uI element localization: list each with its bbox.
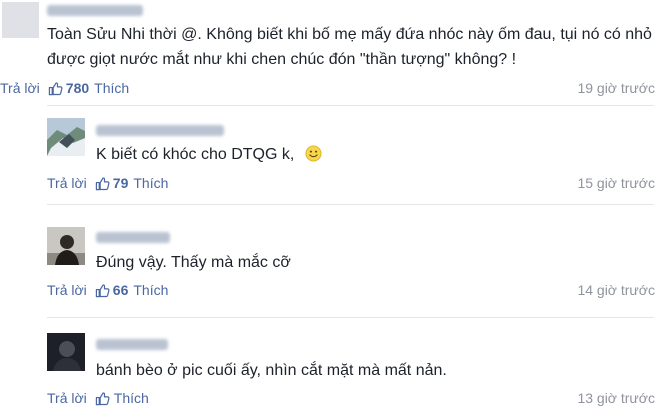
thumbs-up-icon[interactable] — [95, 176, 110, 191]
comment-actions: Trả lời 780 Thích — [0, 80, 129, 96]
divider — [47, 105, 654, 106]
comment-text: Toàn Sửu Nhi thời @. Không biết khi bố m… — [47, 26, 652, 68]
commenter-avatar[interactable] — [2, 2, 39, 38]
divider — [47, 204, 654, 205]
commenter-name-redacted[interactable] — [47, 5, 143, 16]
reply-avatar[interactable] — [47, 118, 85, 156]
reply-text: bánh bèo ở pic cuối ấy, nhìn cắt mặt mà … — [96, 362, 447, 379]
thumbs-up-icon[interactable] — [48, 81, 63, 96]
reply-actions: Trả lời 66 Thích — [47, 282, 168, 298]
like-count: 66 — [112, 282, 129, 298]
like-link[interactable]: Thích — [133, 175, 168, 191]
replier-name-redacted[interactable] — [96, 232, 170, 243]
reply-link[interactable]: Trả lời — [0, 80, 40, 96]
reply-timestamp[interactable]: 15 giờ trước — [577, 175, 655, 191]
reply-link[interactable]: Trả lời — [47, 175, 87, 191]
thumbs-up-icon[interactable] — [95, 391, 110, 406]
thumbs-up-icon[interactable] — [95, 283, 110, 298]
reply-actions: Trả lời Thích — [47, 390, 149, 406]
reply-timestamp[interactable]: 13 giờ trước — [577, 390, 655, 406]
reply-link[interactable]: Trả lời — [47, 282, 87, 298]
reply-text: Đúng vậy. Thấy mà mắc cỡ — [96, 254, 291, 271]
replier-name-redacted[interactable] — [96, 339, 168, 350]
like-count: 780 — [65, 80, 90, 96]
like-count: 79 — [112, 175, 129, 191]
like-link[interactable]: Thích — [114, 390, 149, 406]
reply-link[interactable]: Trả lời — [47, 390, 87, 406]
like-link[interactable]: Thích — [94, 80, 129, 96]
reply-avatar[interactable] — [47, 333, 85, 371]
like-link[interactable]: Thích — [133, 282, 168, 298]
reply-actions: Trả lời 79 Thích — [47, 175, 168, 191]
reply-timestamp[interactable]: 14 giờ trước — [577, 282, 655, 298]
reply-text: K biết có khóc cho DTQG k, — [96, 142, 636, 167]
replier-name-redacted[interactable] — [96, 125, 224, 136]
divider — [47, 317, 654, 318]
smile-emoji — [305, 145, 322, 162]
reply-avatar[interactable] — [47, 227, 85, 265]
comment-timestamp[interactable]: 19 giờ trước — [577, 80, 655, 96]
